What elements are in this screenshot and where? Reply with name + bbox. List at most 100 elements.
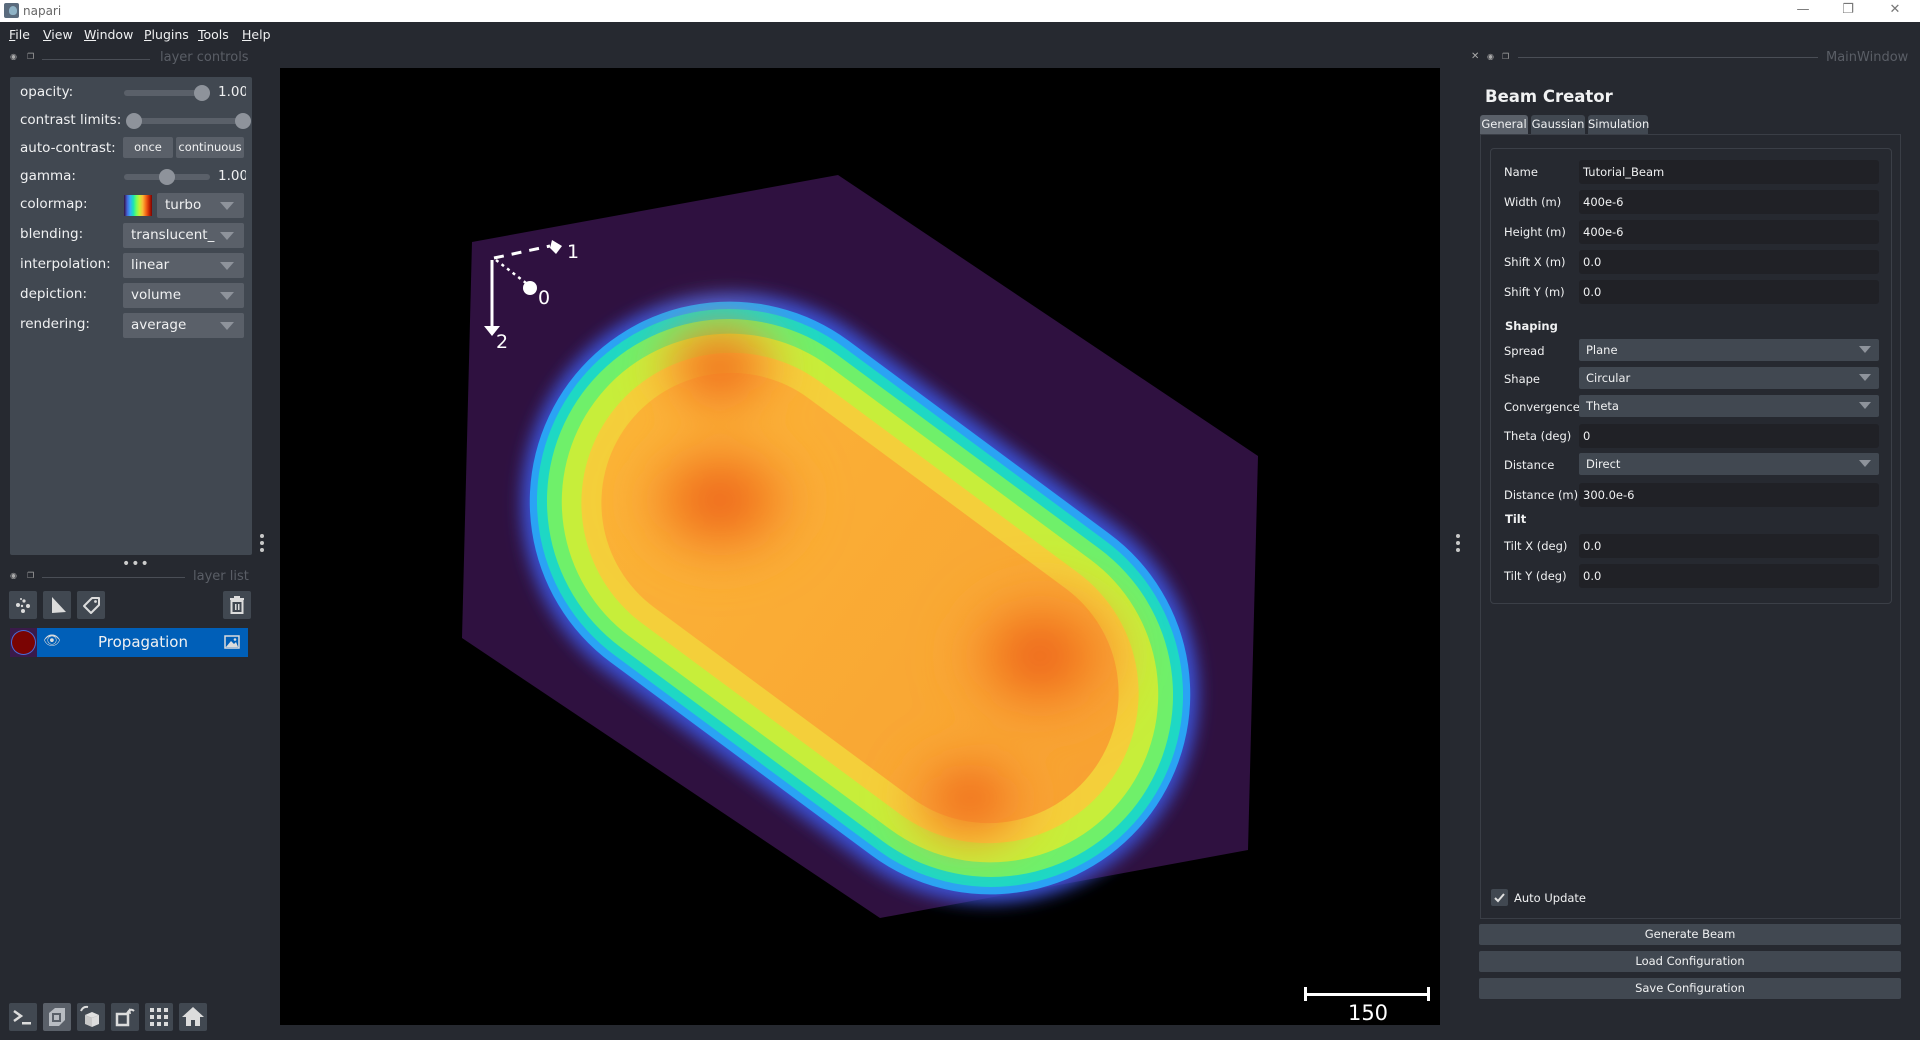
menu-plugins[interactable]: Plugins <box>144 27 189 42</box>
float-dock-icon[interactable]: ◉ <box>10 571 17 580</box>
tab-general[interactable]: General <box>1480 115 1528 134</box>
height-input[interactable]: 400e-6 <box>1579 220 1879 244</box>
interpolation-select[interactable]: linear <box>123 253 244 278</box>
scale-bar <box>1304 987 1430 1001</box>
shapes-icon <box>52 597 66 613</box>
layer-controls-panel: opacity: 1.00 contrast limits: auto-cont… <box>10 77 252 555</box>
menu-help[interactable]: Help <box>242 27 271 42</box>
menu-bar: File View Window Plugins Tools Help <box>0 22 1920 46</box>
toggle-3d-button[interactable] <box>43 1003 71 1031</box>
chevron-down-icon <box>1859 402 1871 409</box>
interpolation-label: interpolation: <box>20 256 111 272</box>
tab-simulation[interactable]: Simulation <box>1588 115 1649 134</box>
tab-gaussian[interactable]: Gaussian <box>1531 115 1585 134</box>
menu-view[interactable]: View <box>43 27 73 42</box>
contrast-limits-slider[interactable] <box>134 118 246 124</box>
console-button[interactable] <box>9 1003 37 1031</box>
shift-y-input[interactable]: 0.0 <box>1579 280 1879 304</box>
home-icon <box>182 1007 204 1026</box>
distance-input[interactable]: 300.0e-6 <box>1579 483 1879 507</box>
window-title: napari <box>23 4 62 18</box>
tilt-y-input[interactable]: 0.0 <box>1579 564 1879 588</box>
convergence-select[interactable]: Theta <box>1579 395 1879 417</box>
chevron-down-icon <box>220 202 234 210</box>
restore-button[interactable]: ❐ <box>1825 0 1871 22</box>
colormap-select[interactable]: turbo <box>157 193 244 218</box>
volume-rendering[interactable]: 1 0 2 150 <box>280 68 1440 1025</box>
delete-layer-button[interactable] <box>223 591 251 619</box>
reset-view-button[interactable] <box>179 1003 207 1031</box>
layer-name[interactable]: Propagation <box>98 633 188 651</box>
menu-plugins-label: lugins <box>151 27 189 42</box>
shift-x-label: Shift X (m) <box>1504 255 1566 269</box>
scale-bar-label: 150 <box>1348 1001 1388 1025</box>
transpose-dimensions-button[interactable] <box>111 1003 139 1031</box>
distance-mode-select[interactable]: Direct <box>1579 453 1879 475</box>
name-label: Name <box>1504 165 1538 179</box>
grid-icon <box>150 1008 168 1026</box>
undock-icon[interactable]: ❐ <box>1502 52 1509 61</box>
spread-value: Plane <box>1586 343 1618 357</box>
depiction-value: volume <box>131 287 182 303</box>
auto-update-checkbox[interactable] <box>1491 889 1508 906</box>
left-dock-resize-handle[interactable] <box>260 534 264 555</box>
chevron-down-icon <box>220 232 234 240</box>
contrast-limits-low-handle[interactable] <box>126 113 142 129</box>
width-input[interactable]: 400e-6 <box>1579 190 1879 214</box>
axis-label-1: 1 <box>567 241 579 263</box>
close-dock-icon[interactable]: ✕ <box>1471 51 1479 62</box>
menu-tools[interactable]: Tools <box>198 27 229 42</box>
gamma-slider-handle[interactable] <box>159 169 175 185</box>
generate-beam-button[interactable]: Generate Beam <box>1479 924 1901 945</box>
float-dock-icon[interactable]: ◉ <box>10 52 17 61</box>
spread-select[interactable]: Plane <box>1579 339 1879 361</box>
layer-list-item[interactable]: 👁 Propagation <box>10 628 248 657</box>
opacity-slider-handle[interactable] <box>194 85 210 101</box>
main-window-dock-title: MainWindow <box>1826 50 1909 65</box>
eye-visibility-icon[interactable]: 👁 <box>43 633 61 649</box>
axis-label-2: 2 <box>496 331 508 353</box>
blending-value: translucent_ <box>131 227 215 243</box>
blending-select[interactable]: translucent_ <box>123 223 244 248</box>
chevron-down-icon <box>1859 374 1871 381</box>
save-configuration-button[interactable]: Save Configuration <box>1479 978 1901 999</box>
name-input[interactable]: Tutorial_Beam <box>1579 160 1879 184</box>
contrast-limits-high-handle[interactable] <box>235 113 251 129</box>
label-tag-icon <box>83 597 100 614</box>
menu-help-mnemonic: H <box>242 27 252 42</box>
undock-icon[interactable]: ❐ <box>27 52 34 61</box>
close-window-button[interactable]: ✕ <box>1872 0 1918 22</box>
menu-view-label: iew <box>51 27 73 42</box>
shape-select[interactable]: Circular <box>1579 367 1879 389</box>
auto-update-label[interactable]: Auto Update <box>1514 891 1586 905</box>
rendering-select[interactable]: average <box>123 313 244 338</box>
new-labels-layer-button[interactable] <box>77 591 105 619</box>
new-shapes-layer-button[interactable] <box>43 591 71 619</box>
right-dock-resize-handle[interactable] <box>1456 534 1460 555</box>
menu-window-label: indow <box>96 27 134 42</box>
shape-value: Circular <box>1586 371 1631 385</box>
new-points-layer-button[interactable] <box>9 591 37 619</box>
dock-splitter-handle[interactable]: ••• <box>122 557 150 571</box>
menu-file[interactable]: File <box>9 27 30 42</box>
layer-list-dock-title: layer list <box>193 569 249 584</box>
dock-divider <box>42 59 150 60</box>
tilt-section-title: Tilt <box>1505 512 1527 526</box>
viewer-canvas[interactable]: 1 0 2 150 <box>280 68 1440 1025</box>
depiction-select[interactable]: volume <box>123 283 244 308</box>
dock-divider <box>1518 57 1818 58</box>
load-configuration-button[interactable]: Load Configuration <box>1479 951 1901 972</box>
minimize-button[interactable]: — <box>1780 0 1826 22</box>
auto-contrast-continuous-button[interactable]: continuous <box>176 137 244 158</box>
opacity-value: 1.00 <box>218 84 246 100</box>
auto-contrast-once-button[interactable]: once <box>123 137 173 158</box>
menu-window[interactable]: Window <box>84 27 133 42</box>
grid-mode-button[interactable] <box>145 1003 173 1031</box>
roll-dimensions-button[interactable] <box>77 1003 105 1031</box>
shift-x-input[interactable]: 0.0 <box>1579 250 1879 274</box>
tilt-x-input[interactable]: 0.0 <box>1579 534 1879 558</box>
image-layer-type-icon <box>224 635 240 649</box>
theta-input[interactable]: 0 <box>1579 424 1879 448</box>
undock-icon[interactable]: ❐ <box>27 571 34 580</box>
float-dock-icon[interactable]: ◉ <box>1487 52 1494 61</box>
